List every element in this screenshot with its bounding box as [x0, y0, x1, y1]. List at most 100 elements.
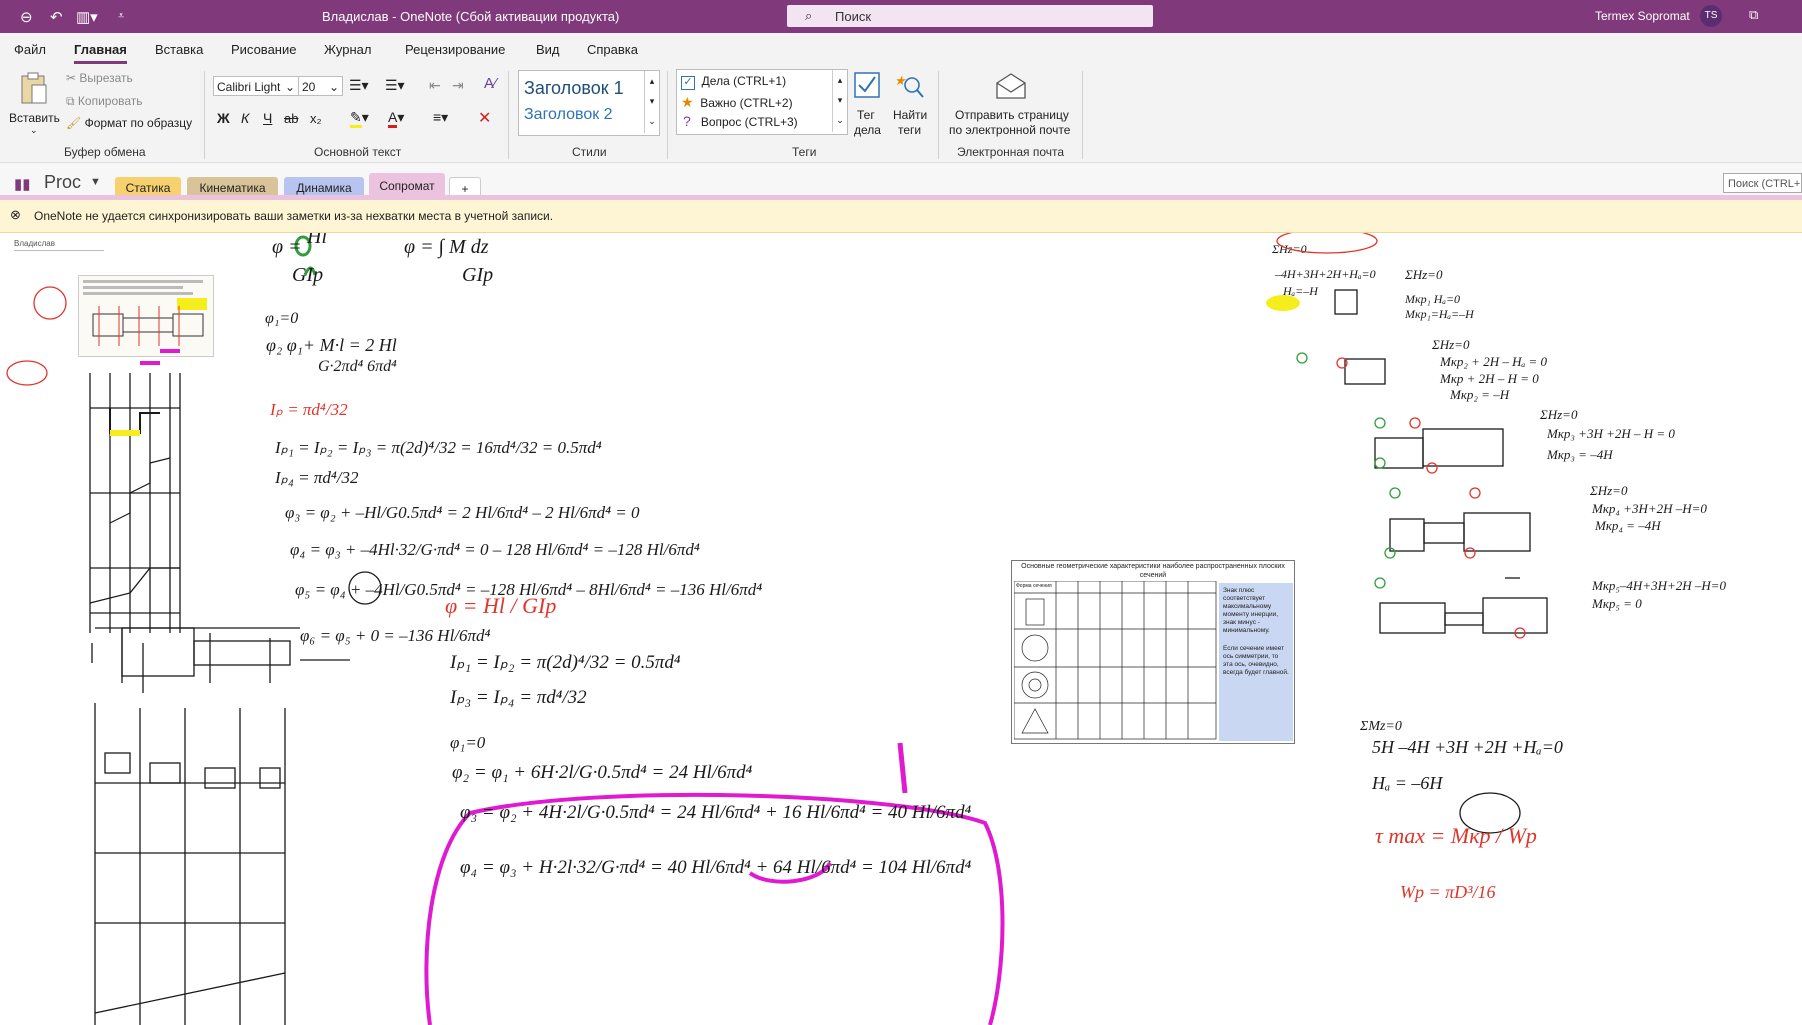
- tab-section-kinematics[interactable]: Кинематика: [187, 177, 278, 199]
- svg-text:τ max = Mкр / Wp: τ max = Mкр / Wp: [1375, 823, 1537, 848]
- tab-section-sopromat[interactable]: Сопромат: [369, 173, 445, 199]
- chevron-down-icon[interactable]: ▼: [90, 176, 101, 188]
- svg-text:Hl: Hl: [306, 233, 327, 248]
- svg-text:φ = ∫ M dz: φ = ∫ M dz: [404, 236, 489, 259]
- tag-important-label: Важно (CTRL+2): [700, 96, 793, 110]
- customize-toolbar-icon[interactable]: ⩡: [118, 10, 124, 23]
- delete-icon[interactable]: ✕: [478, 108, 491, 128]
- bold-button[interactable]: Ж: [217, 110, 230, 126]
- copy-button[interactable]: ⧉ Копировать: [66, 94, 143, 109]
- reference-table-column: Форма сечения: [1016, 583, 1052, 589]
- outdent-icon[interactable]: ⇤: [429, 77, 441, 94]
- title-bar: ⊖ ↶ ▥▾ ⩡ Владислав - OneNote (Сбой актив…: [0, 0, 1802, 33]
- notebook-icon[interactable]: ▮▮: [14, 175, 31, 193]
- italic-button[interactable]: К: [241, 110, 249, 126]
- bullets-icon[interactable]: ☰▾: [349, 77, 369, 94]
- font-name-select[interactable]: Calibri Light ⌄: [213, 76, 299, 96]
- warning-text: OneNote не удается синхронизировать ваши…: [34, 209, 554, 223]
- notebook-name[interactable]: Proc: [44, 172, 81, 193]
- svg-text:GIp: GIp: [292, 264, 323, 286]
- clear-formatting-icon[interactable]: A⁄: [484, 75, 497, 92]
- email-label-1: Отправить страницу: [955, 108, 1069, 122]
- find-tags-icon: ★: [894, 73, 924, 98]
- restore-window-icon[interactable]: ⧉: [1749, 7, 1758, 23]
- tags-gallery[interactable]: ✓ Дела (CTRL+1) ★ Важно (CTRL+2) ? Вопро…: [676, 69, 848, 135]
- svg-text:Iₚ = πd⁴/32: Iₚ = πd⁴/32: [269, 400, 348, 419]
- chevron-down-icon: ⌄: [328, 80, 339, 94]
- search-box[interactable]: ⌕ Поиск: [787, 5, 1153, 27]
- checkbox-icon: [854, 72, 880, 98]
- divider: [667, 71, 668, 159]
- svg-text:φ₄ = φ₃ + H·2l·32/G·πd⁴ = 40 H: φ₄ = φ₃ + H·2l·32/G·πd⁴ = 40 Hl/6πd⁴ + 6…: [460, 857, 972, 878]
- sync-warning-bar: ⊗ OneNote не удается синхронизировать ва…: [0, 200, 1802, 233]
- svg-text:φ = Hl / GIp: φ = Hl / GIp: [445, 593, 556, 618]
- tab-history[interactable]: Журнал: [324, 42, 371, 57]
- todo-tag-button[interactable]: Тег дела: [849, 69, 885, 141]
- find-tags-button[interactable]: ★ Найти теги: [890, 69, 930, 141]
- tab-insert[interactable]: Вставка: [155, 42, 203, 57]
- ribbon: Вставить ⌄ ✂ Вырезать ⧉ Копировать 🖌 Фор…: [0, 65, 1802, 163]
- tab-section-statics[interactable]: Статика: [115, 177, 181, 199]
- format-painter-button[interactable]: 🖌 Формат по образцу: [66, 116, 192, 130]
- style-heading-1[interactable]: Заголовок 1: [524, 78, 624, 99]
- svg-text:ΣHz=0: ΣHz=0: [1404, 267, 1443, 282]
- notebook-bar: ▮▮ Proc ▼ Статика Кинематика Динамика Со…: [0, 163, 1802, 200]
- svg-text:Iₚ₄ = πd⁴/32: Iₚ₄ = πd⁴/32: [274, 468, 359, 487]
- subscript-button[interactable]: x₂: [310, 111, 322, 126]
- dock-icon[interactable]: ▥▾: [76, 8, 98, 26]
- tab-section-dynamics[interactable]: Динамика: [284, 177, 364, 199]
- svg-text:5H –4H +3H +2H +Hₐ=0: 5H –4H +3H +2H +Hₐ=0: [1372, 737, 1563, 757]
- tab-review[interactable]: Рецензирование: [405, 42, 505, 57]
- avatar[interactable]: TS: [1700, 5, 1722, 27]
- tab-view[interactable]: Вид: [536, 42, 560, 57]
- find-tags-label-2: теги: [898, 123, 922, 137]
- styles-scroll[interactable]: ▴ ▾ ⌄: [644, 71, 659, 133]
- tab-draw[interactable]: Рисование: [231, 42, 296, 57]
- svg-text:φ₂ φ₁+ M·l = 2 Hl: φ₂ φ₁+ M·l = 2 Hl: [266, 335, 397, 355]
- page-search-input[interactable]: Поиск (CTRL+E): [1723, 173, 1802, 193]
- undo-icon[interactable]: ↶: [50, 8, 63, 26]
- clipboard-group-label: Буфер обмена: [64, 145, 146, 159]
- format-painter-label: Формат по образцу: [84, 116, 193, 130]
- highlight-icon[interactable]: ✎▾: [350, 109, 369, 128]
- user-name[interactable]: Termex Sopromat: [1595, 9, 1690, 23]
- numbering-icon[interactable]: ☰▾: [385, 77, 405, 94]
- svg-text:φ₁=0: φ₁=0: [450, 733, 486, 752]
- email-page-button[interactable]: Отправить страницу по электронной почте: [945, 69, 1077, 141]
- strikethrough-button[interactable]: ab: [284, 111, 298, 126]
- svg-text:φ₃ = φ₂ + 4H·2l/G·0.5πd⁴ = 24: φ₃ = φ₂ + 4H·2l/G·0.5πd⁴ = 24 Hl/6πd⁴ + …: [460, 802, 972, 823]
- scissors-icon: ✂: [66, 71, 77, 85]
- tag-important[interactable]: ★ Важно (CTRL+2): [681, 94, 793, 111]
- checkbox-icon: ✓: [681, 76, 695, 90]
- tag-todo-label: Дела (CTRL+1): [701, 74, 787, 88]
- find-tags-label-1: Найти: [893, 108, 928, 122]
- font-color-icon[interactable]: A▾: [388, 109, 404, 128]
- indent-icon[interactable]: ⇥: [452, 77, 464, 94]
- window-title: Владислав - OneNote (Сбой активации прод…: [322, 9, 620, 24]
- styles-gallery[interactable]: Заголовок 1 Заголовок 2 ▴ ▾ ⌄: [518, 70, 660, 136]
- note-page[interactable]: Владислав φ = GIp Hl φ = ∫ M dz GIp φ₁=0…: [0, 233, 1802, 1025]
- align-icon[interactable]: ≡▾: [433, 109, 448, 126]
- tab-file[interactable]: Файл: [14, 42, 46, 57]
- tab-help[interactable]: Справка: [587, 42, 638, 57]
- svg-text:Mкр₄ = –4H: Mкр₄ = –4H: [1594, 518, 1661, 533]
- cut-button[interactable]: ✂ Вырезать: [66, 71, 133, 85]
- tags-scroll[interactable]: ▴ ▾ ⌄: [832, 70, 847, 132]
- underline-button[interactable]: Ч: [263, 110, 272, 126]
- email-group-label: Электронная почта: [957, 145, 1065, 159]
- add-section-button[interactable]: +: [449, 177, 481, 199]
- reference-note-1: Знак плюс соответствует максимальному мо…: [1223, 587, 1279, 634]
- copy-label: Копировать: [77, 94, 143, 108]
- font-size-select[interactable]: 20 ⌄: [298, 76, 343, 96]
- tag-question[interactable]: ? Вопрос (CTRL+3): [683, 113, 798, 129]
- tag-todo[interactable]: ✓ Дела (CTRL+1): [681, 74, 786, 90]
- tab-home[interactable]: Главная: [74, 42, 127, 64]
- copy-icon: ⧉: [66, 94, 75, 108]
- paste-button[interactable]: Вставить ⌄: [6, 69, 62, 139]
- font-name-value: Calibri Light: [217, 80, 281, 94]
- style-heading-2[interactable]: Заголовок 2: [524, 106, 613, 124]
- svg-text:ΣHz=0: ΣHz=0: [1589, 483, 1628, 498]
- svg-text:Mкр₂ + 2H – Hₐ = 0: Mкр₂ + 2H – Hₐ = 0: [1439, 354, 1548, 369]
- basic-text-group-label: Основной текст: [314, 145, 402, 159]
- back-icon[interactable]: ⊖: [20, 8, 33, 26]
